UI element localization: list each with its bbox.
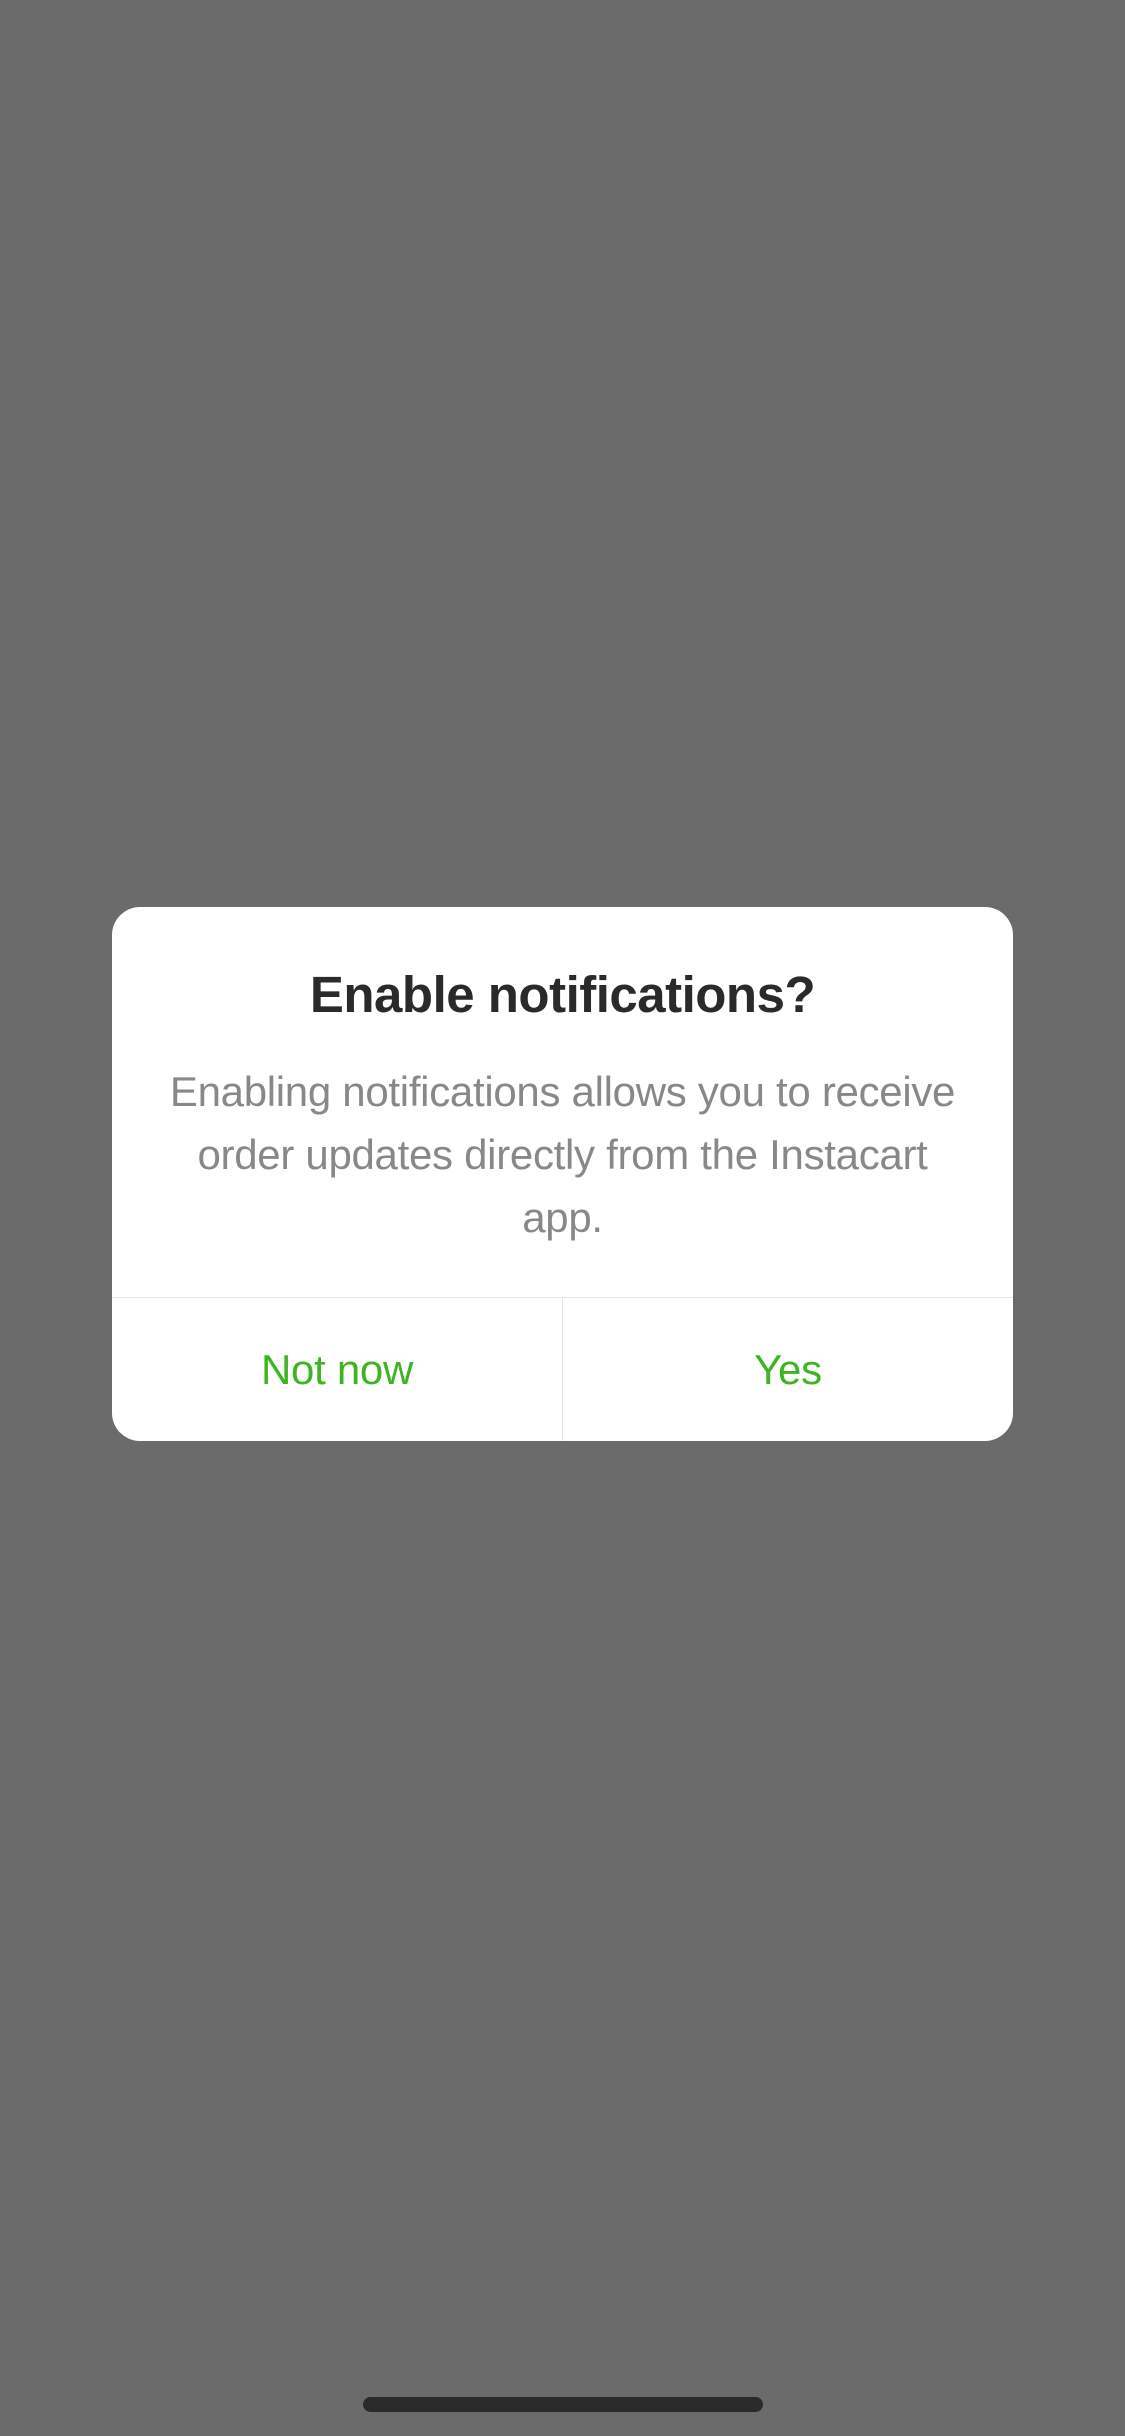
notification-permission-dialog: Enable notifications? Enabling notificat… <box>112 907 1013 1441</box>
home-indicator[interactable] <box>363 2397 763 2412</box>
yes-button[interactable]: Yes <box>563 1298 1013 1441</box>
dialog-message: Enabling notifications allows you to rec… <box>160 1060 965 1249</box>
not-now-button[interactable]: Not now <box>112 1298 563 1441</box>
dialog-title: Enable notifications? <box>160 965 965 1024</box>
dialog-button-row: Not now Yes <box>112 1297 1013 1441</box>
dialog-content: Enable notifications? Enabling notificat… <box>112 907 1013 1297</box>
